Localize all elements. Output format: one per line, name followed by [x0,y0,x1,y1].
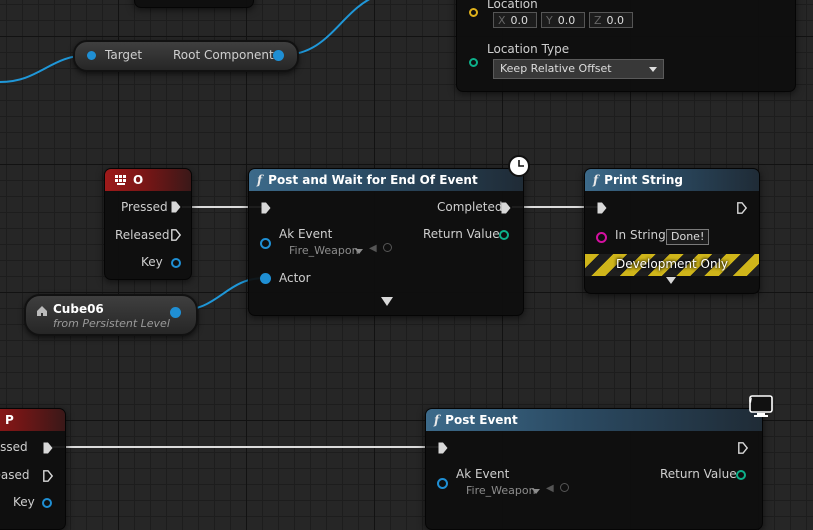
key-o-released-exec-pin[interactable] [171,229,181,241]
post-and-wait-header: f Post and Wait for End Of Event [249,169,523,191]
x-axis-label: X [498,14,506,27]
actor-input-pin[interactable] [260,273,271,284]
z-value: 0.0 [606,14,625,27]
x-value: 0.0 [510,14,529,27]
post-event-return-pin[interactable] [736,470,746,480]
location-label: Location [487,0,538,11]
set-location-node[interactable]: Location X 0.0 Y 0.0 Z 0.0 Location Type Ke… [456,0,796,92]
ak-event-input-pin[interactable] [260,238,271,249]
key-p-key-pin[interactable] [42,498,52,508]
dropdown-arrow-icon [649,67,657,72]
key-o-key-pin[interactable] [171,258,181,268]
asset-search-icon[interactable] [383,243,392,252]
y-axis-label: Y [546,14,553,27]
asset-browse-icon[interactable]: ◀ [546,483,554,494]
location-type-value: Keep Relative Offset [500,62,612,75]
cube06-output-pin[interactable] [170,307,181,318]
key-o-pressed-exec-pin[interactable] [171,201,181,213]
print-string-exec-out[interactable] [737,202,747,214]
root-component-label: Root Component [173,48,274,62]
ak-event-value[interactable]: Fire_Weapon [289,244,359,257]
ak-event-dropdown-arrow-icon[interactable] [355,249,363,254]
target-input-pin[interactable] [87,51,96,60]
post-event-dropdown-arrow-icon[interactable] [532,489,540,494]
location-z-field[interactable]: Z 0.0 [589,12,633,28]
y-value: 0.0 [557,14,576,27]
key-p-header: P [0,409,65,431]
post-event-ak-event-pin[interactable] [437,478,448,489]
post-event-return-label: Return Value [660,467,737,481]
return-value-pin[interactable] [499,230,509,240]
location-type-input-pin[interactable] [469,58,478,67]
asset-browse-icon[interactable]: ◀ [369,243,377,254]
post-event-exec-out[interactable] [738,442,748,454]
actor-label: Actor [279,271,311,285]
key-p-key-label: Key [13,495,35,509]
print-string-title: Print String [604,173,683,187]
key-o-pressed-label: Pressed [121,200,168,214]
completed-exec-pin[interactable] [501,202,511,214]
post-event-exec-in[interactable] [438,442,448,454]
actor-reference-icon [36,305,48,317]
print-string-header: f Print String [585,169,759,191]
key-p-event-node[interactable]: P Pressed Released Key [0,408,66,530]
post-event-ak-event-value[interactable]: Fire_Weapon [466,484,536,497]
monitor-icon [747,395,773,419]
get-root-component-node[interactable]: Target Root Component [73,40,299,72]
completed-label: Completed [437,200,503,214]
location-y-field[interactable]: Y 0.0 [541,12,585,28]
key-o-key-label: Key [141,255,163,269]
location-x-field[interactable]: X 0.0 [493,12,537,28]
key-p-title: P [5,413,14,427]
key-p-released-exec-pin[interactable] [43,470,53,482]
key-o-event-node[interactable]: O Pressed Released Key [104,168,192,280]
post-event-title: Post Event [445,413,518,427]
cube06-reference-node[interactable]: Cube06 from Persistent Level [24,294,198,336]
in-string-label: In String [615,228,666,242]
offscreen-node-stub[interactable] [134,0,254,8]
clock-icon [508,155,530,177]
key-o-title: O [133,173,144,187]
post-and-wait-exec-in[interactable] [261,202,271,214]
key-p-pressed-label: Pressed [0,440,28,454]
location-type-dropdown[interactable]: Keep Relative Offset [493,59,664,79]
print-string-node[interactable]: f Print String In String Done! Developmen… [584,168,760,294]
target-label: Target [105,48,143,62]
asset-search-icon[interactable] [560,483,569,492]
post-event-node[interactable]: f Post Event Ak Event Fire_Weapon ◀ Retur… [425,408,763,530]
key-p-pressed-exec-pin[interactable] [43,442,53,454]
development-only-banner: Development Only [585,254,759,276]
key-o-header: O [105,169,191,191]
in-string-field[interactable]: Done! [666,229,710,245]
ak-event-label: Ak Event [279,227,333,241]
key-o-released-label: Released [115,228,170,242]
return-value-label: Return Value [423,227,500,241]
function-icon: f [257,173,263,187]
location-input-pin[interactable] [469,8,478,17]
in-string-pin[interactable] [596,232,607,243]
expand-arrow-icon[interactable] [666,277,676,284]
location-type-label: Location Type [487,42,570,56]
post-event-ak-event-label: Ak Event [456,467,510,481]
function-icon: f [593,173,599,187]
z-axis-label: Z [594,14,602,27]
post-and-wait-title: Post and Wait for End Of Event [268,173,478,187]
keyboard-icon [115,175,127,185]
post-and-wait-node[interactable]: f Post and Wait for End Of Event Complete… [248,168,524,316]
cube06-title: Cube06 [53,302,104,316]
root-component-output-pin[interactable] [273,50,284,61]
development-only-label: Development Only [615,257,729,271]
key-p-released-label: Released [0,468,30,482]
print-string-exec-in[interactable] [597,202,607,214]
expand-arrow-icon[interactable] [381,297,393,306]
cube06-subtitle: from Persistent Level [53,317,170,330]
function-icon: f [434,413,440,427]
post-event-header: f Post Event [426,409,762,431]
